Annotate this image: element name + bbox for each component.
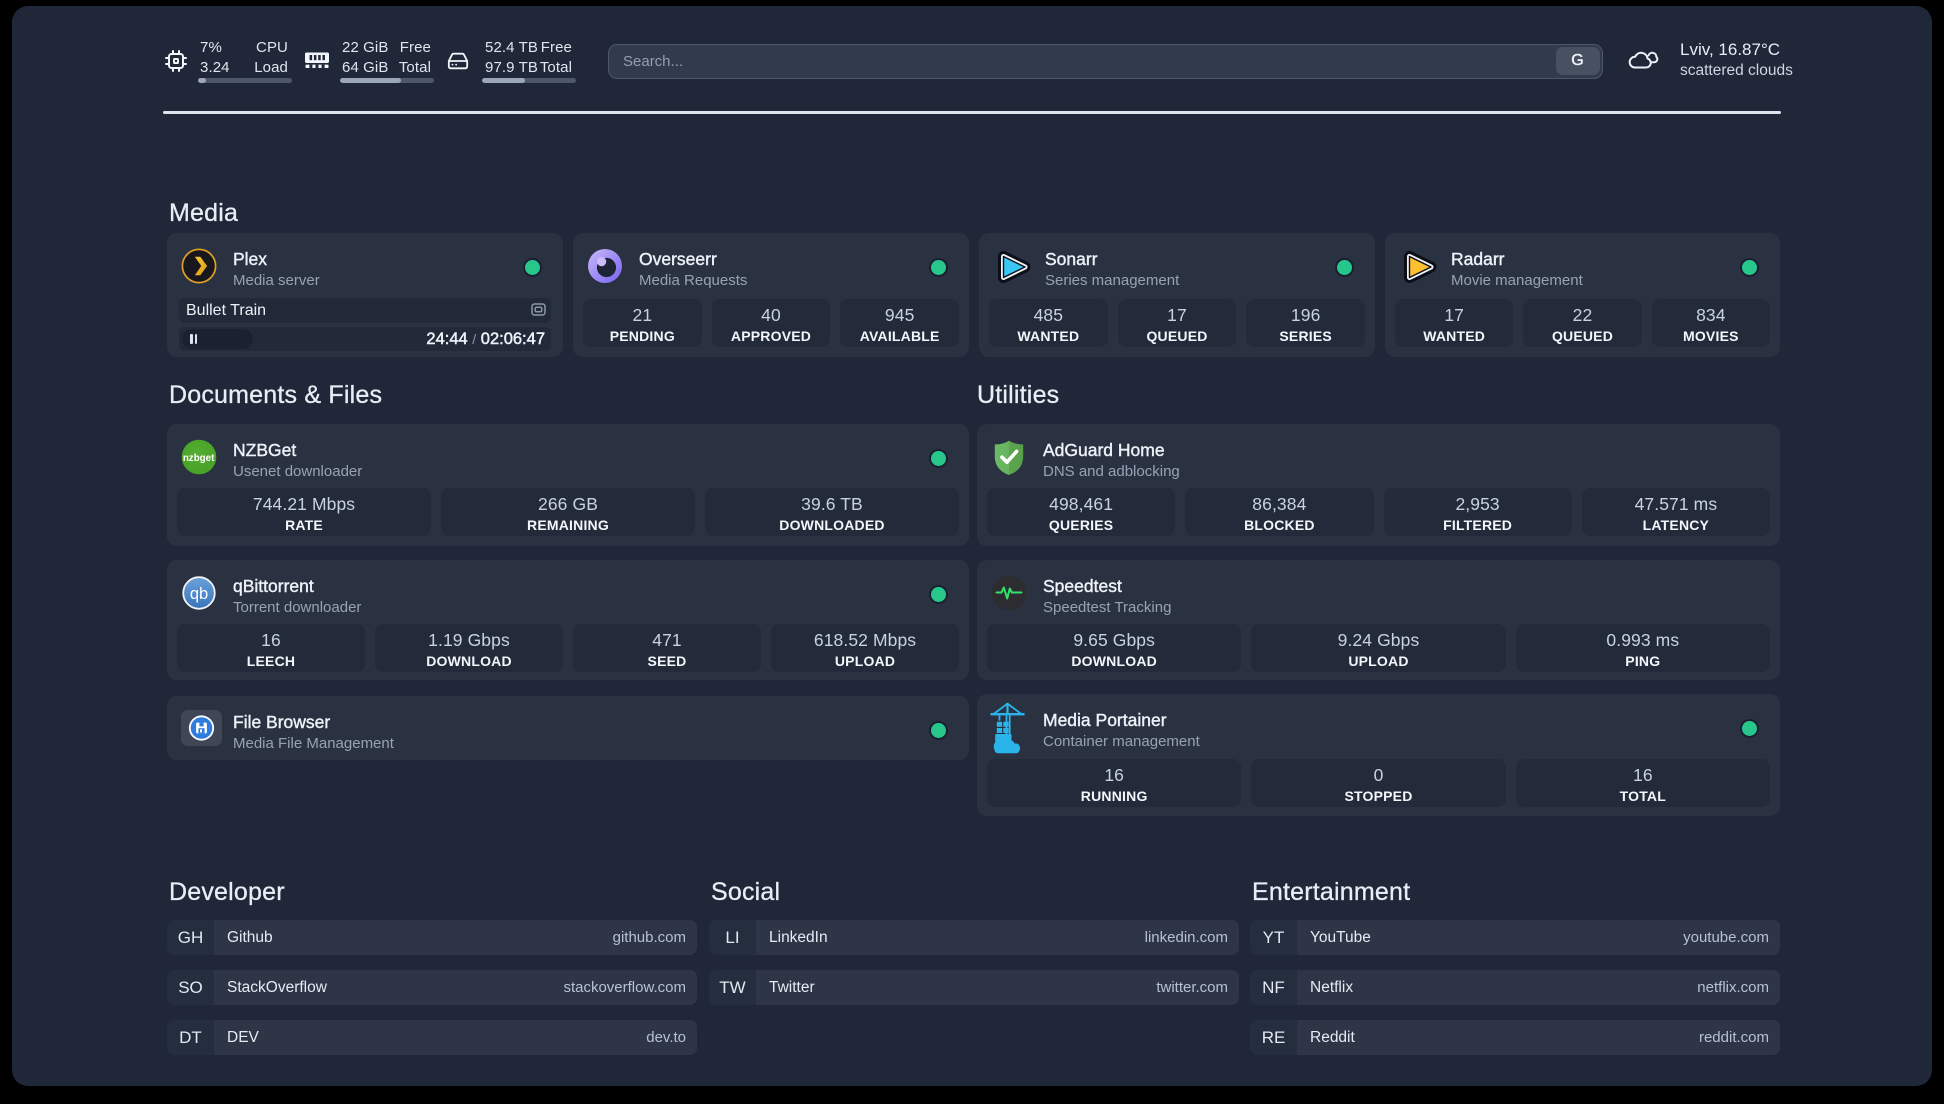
svg-text:qb: qb xyxy=(190,585,208,603)
svg-text:nzbget: nzbget xyxy=(183,453,215,464)
